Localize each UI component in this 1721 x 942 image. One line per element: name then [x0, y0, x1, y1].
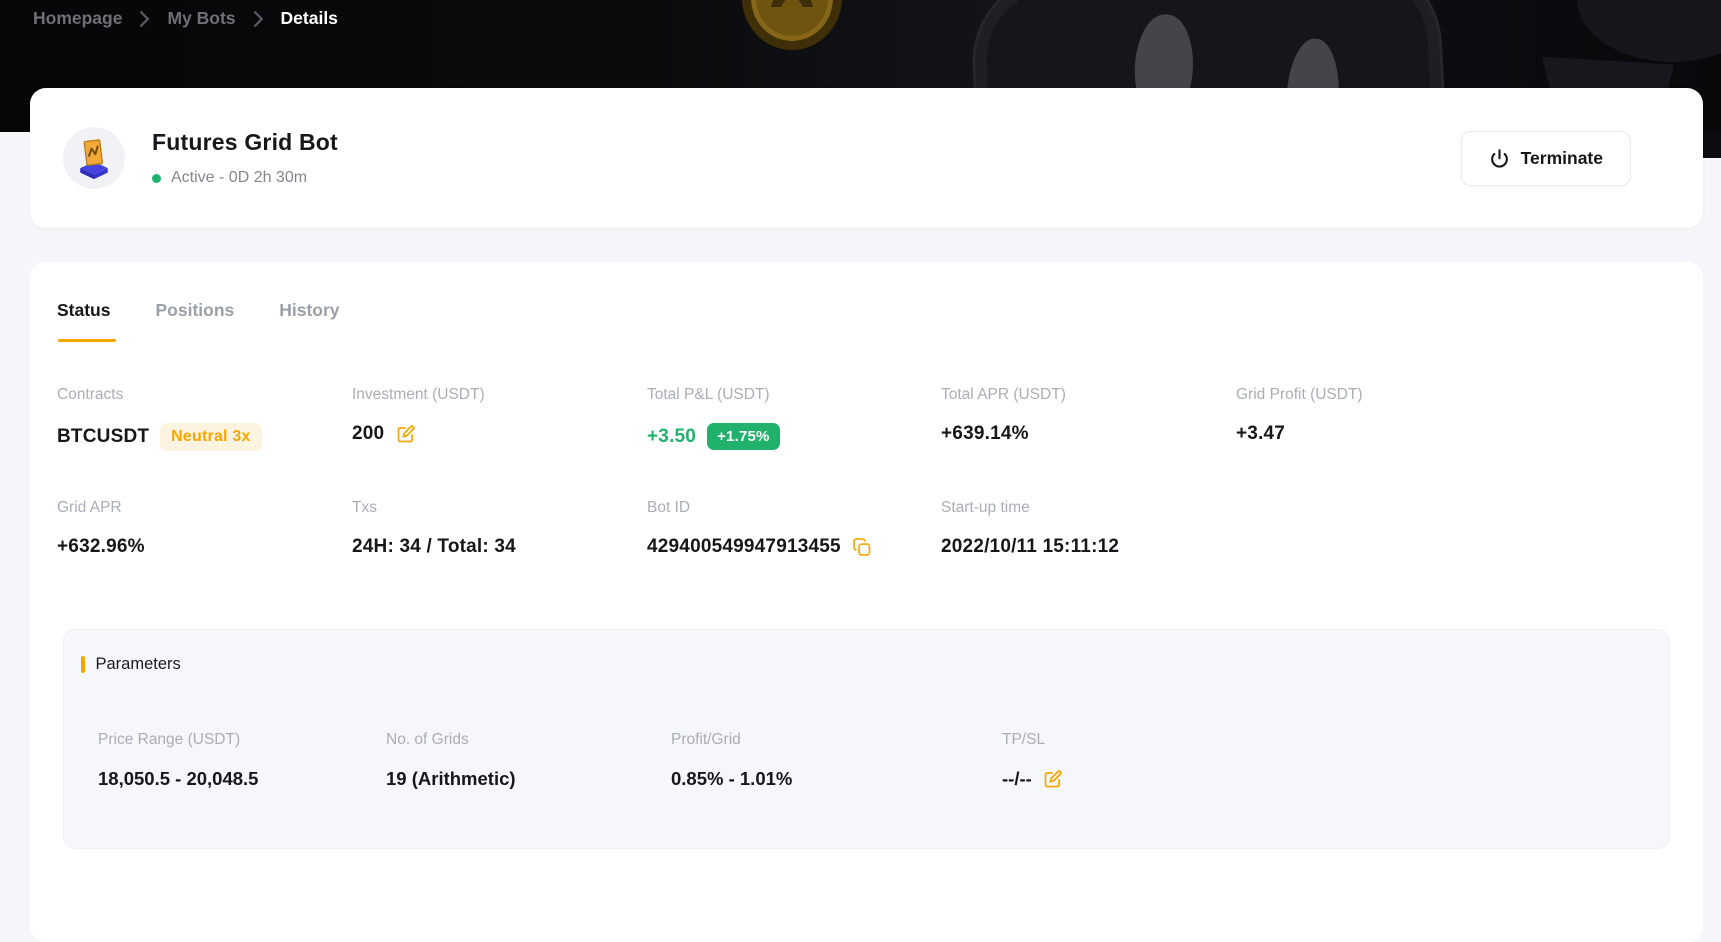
coin-illustration-icon [742, 0, 842, 50]
chevron-right-icon [139, 10, 150, 27]
grid-apr-value: +632.96% [57, 536, 145, 557]
edit-square-icon [1044, 769, 1062, 787]
param-no-of-grids: No. of Grids 19 (Arithmetic) [386, 731, 671, 790]
pnl-percent-badge: +1.75% [707, 423, 780, 450]
futures-grid-bot-3d-icon [80, 139, 108, 180]
breadcrumb-my-bots[interactable]: My Bots [167, 8, 235, 29]
total-pnl-value: +3.50 [647, 425, 697, 447]
tab-positions[interactable]: Positions [155, 300, 234, 342]
stat-label: Grid Profit (USDT) [1236, 386, 1363, 403]
edit-tpsl-button[interactable] [1042, 769, 1063, 790]
page-title: Futures Grid Bot [152, 129, 338, 155]
stats-row-2: Grid APR +632.96% Txs 24H: 34 / Total: 3… [57, 499, 1670, 558]
stat-label: Total P&L (USDT) [647, 386, 770, 403]
stat-label: Investment (USDT) [352, 386, 485, 403]
stat-startup-time: Start-up time 2022/10/11 15:11:12 [941, 499, 1670, 558]
status-text: Active - 0D 2h 30m [171, 169, 308, 186]
stat-contracts: Contracts BTCUSDT Neutral 3x [57, 386, 352, 451]
stat-label: Bot ID [647, 499, 691, 516]
param-profit-grid: Profit/Grid 0.85% - 1.01% [671, 731, 1002, 790]
bot-id-value: 429400549947913455 [647, 536, 841, 557]
robot-ear-icon [1577, 0, 1721, 62]
param-price-range: Price Range (USDT) 18,050.5 - 20,048.5 [98, 731, 386, 790]
terminate-label: Terminate [1520, 147, 1603, 168]
stat-label: Contracts [57, 386, 124, 403]
orange-bar-icon [81, 656, 85, 673]
param-label: TP/SL [1002, 731, 1046, 748]
grids-value: 19 (Arithmetic) [386, 768, 516, 789]
bot-details-card: Status Positions History Contracts BTCUS… [30, 262, 1703, 942]
power-icon [1489, 148, 1510, 169]
stat-txs: Txs 24H: 34 / Total: 34 [352, 499, 647, 558]
stats-row-1: Contracts BTCUSDT Neutral 3x Investment … [57, 386, 1670, 451]
stat-label: Total APR (USDT) [941, 386, 1066, 403]
param-label: Profit/Grid [671, 731, 741, 748]
banner-edge [1703, 132, 1721, 158]
parameters-grid: Price Range (USDT) 18,050.5 - 20,048.5 N… [81, 731, 1649, 790]
edit-investment-button[interactable] [395, 424, 416, 445]
param-tpsl: TP/SL --/-- [1002, 731, 1649, 790]
stat-total-pnl: Total P&L (USDT) +3.50 +1.75% [647, 386, 941, 451]
leverage-badge: Neutral 3x [160, 423, 262, 451]
stat-label: Start-up time [941, 499, 1030, 516]
parameters-panel: Parameters Price Range (USDT) 18,050.5 -… [63, 629, 1670, 849]
stat-investment: Investment (USDT) 200 [352, 386, 647, 451]
startup-time-value: 2022/10/11 15:11:12 [941, 536, 1120, 557]
stat-bot-id: Bot ID 429400549947913455 [647, 499, 941, 558]
total-apr-value: +639.14% [941, 423, 1029, 444]
copy-icon [853, 538, 871, 556]
tpsl-value: --/-- [1002, 768, 1032, 789]
contracts-value: BTCUSDT [57, 426, 150, 447]
stat-label: Txs [352, 499, 377, 516]
txs-value: 24H: 34 / Total: 34 [352, 536, 516, 557]
breadcrumb-homepage[interactable]: Homepage [33, 8, 122, 29]
stat-label: Grid APR [57, 499, 122, 516]
profit-grid-value: 0.85% - 1.01% [671, 768, 793, 789]
edit-square-icon [397, 424, 415, 442]
breadcrumb: Homepage My Bots Details [33, 8, 338, 29]
parameters-header: Parameters [81, 655, 1649, 674]
status-dot-icon [152, 173, 161, 183]
terminate-button[interactable]: Terminate [1460, 130, 1631, 186]
tab-history[interactable]: History [279, 300, 339, 342]
avatar [63, 127, 125, 189]
tab-bar: Status Positions History [57, 300, 1670, 342]
param-label: No. of Grids [386, 731, 469, 748]
grid-profit-value: +3.47 [1236, 423, 1286, 444]
chevron-right-icon [253, 10, 264, 27]
investment-value: 200 [352, 423, 385, 444]
copy-bot-id-button[interactable] [852, 537, 872, 557]
parameters-title: Parameters [95, 655, 181, 673]
stat-total-apr: Total APR (USDT) +639.14% [941, 386, 1236, 451]
stat-grid-profit: Grid Profit (USDT) +3.47 [1236, 386, 1670, 451]
breadcrumb-details: Details [280, 8, 338, 28]
bot-header-card: Futures Grid Bot Active - 0D 2h 30m Term… [30, 88, 1703, 228]
param-label: Price Range (USDT) [98, 731, 241, 748]
tab-status[interactable]: Status [57, 300, 118, 342]
price-range-value: 18,050.5 - 20,048.5 [98, 768, 259, 789]
stat-grid-apr: Grid APR +632.96% [57, 499, 352, 558]
